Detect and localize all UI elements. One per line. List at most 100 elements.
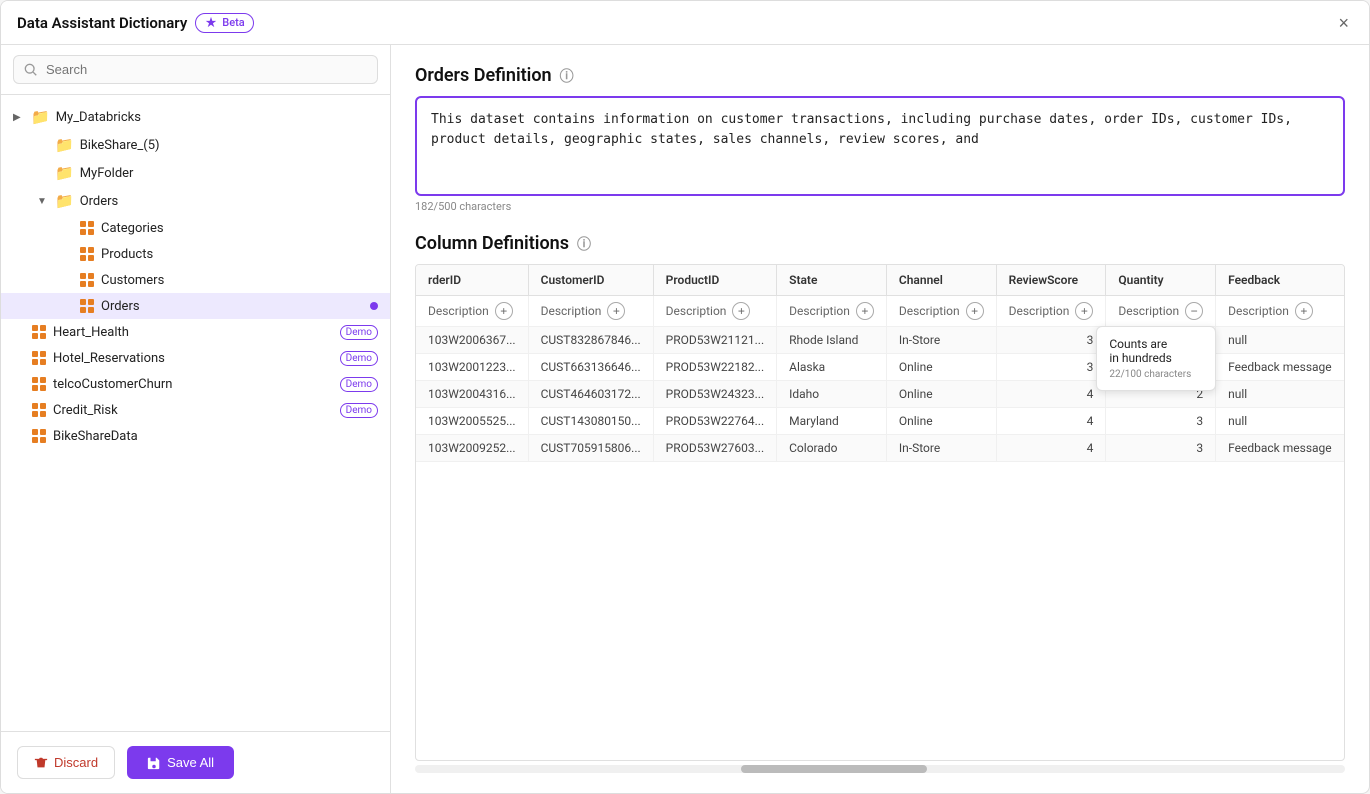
discard-label: Discard [54,755,98,770]
sidebar-item-orders-group[interactable]: ▼ 📁 Orders [1,187,390,215]
search-input[interactable] [46,62,367,77]
desc-label: Description [789,304,850,318]
cell-channel: In-Store [886,435,996,462]
sidebar-item-telco-churn[interactable]: ▶ telcoCustomerChurn Demo [1,371,390,397]
cell-productid: PROD53W22764... [653,408,776,435]
add-description-button-channel[interactable]: + [966,302,984,320]
cell-orderid: 103W2009252... [416,435,528,462]
cell-quantity: 3 [1106,408,1216,435]
sidebar-item-customers[interactable]: ▶ Customers [1,267,390,293]
chevron-down-icon: ▼ [37,196,49,207]
cell-reviewscore: 4 [996,435,1106,462]
desc-label: Description [899,304,960,318]
sidebar-item-credit-risk[interactable]: ▶ Credit_Risk Demo [1,397,390,423]
table-icon [31,428,47,444]
cell-customerid: CUST464603172... [528,381,653,408]
app-title: Data Assistant Dictionary [17,14,187,32]
add-description-button-customerid[interactable]: + [607,302,625,320]
save-icon [147,756,161,770]
char-count: 182/500 characters [415,200,1345,213]
demo-badge: Demo [340,403,378,418]
cell-customerid: CUST705915806... [528,435,653,462]
save-button[interactable]: Save All [127,746,234,779]
desc-cell-reviewscore: Description + [996,296,1106,327]
cell-productid: PROD53W24323... [653,381,776,408]
cell-orderid: 103W2004316... [416,381,528,408]
scrollbar-thumb[interactable] [741,765,927,773]
table-icon [79,298,95,314]
sidebar-item-hotel-reservations[interactable]: ▶ Hotel_Reservations Demo [1,345,390,371]
cell-customerid: CUST832867846... [528,327,653,354]
sidebar-item-label: BikeShareData [53,429,378,444]
add-description-button-feedback[interactable]: + [1295,302,1313,320]
search-input-wrapper[interactable] [13,55,378,84]
desc-label: Description [1228,304,1289,318]
search-icon [24,63,38,77]
tree-container: ▶ 📁 My_Databricks ▶ 📁 BikeShare_(5) ▶ 📁 … [1,95,390,731]
sidebar-item-label: Products [101,247,378,262]
demo-badge: Demo [340,325,378,340]
desc-cell-feedback: Description + [1216,296,1345,327]
discard-button[interactable]: Discard [17,746,115,779]
remove-description-button-quantity[interactable]: − [1185,302,1203,320]
sidebar-item-label: Orders [101,299,364,314]
close-button[interactable]: × [1334,10,1353,36]
cell-state: Alaska [777,354,887,381]
main-content: ▶ 📁 My_Databricks ▶ 📁 BikeShare_(5) ▶ 📁 … [1,45,1369,793]
definition-textarea-wrapper[interactable]: This dataset contains information on cus… [415,96,1345,196]
info-icon[interactable]: ⓘ [560,66,574,86]
cell-reviewscore: 3 [996,354,1106,381]
horizontal-scrollbar[interactable] [415,765,1345,773]
add-description-button-reviewscore[interactable]: + [1075,302,1093,320]
title-bar: Data Assistant Dictionary Beta × [1,1,1369,45]
cell-productid: PROD53W27603... [653,435,776,462]
cell-state: Maryland [777,408,887,435]
add-description-button-state[interactable]: + [856,302,874,320]
sidebar-item-products[interactable]: ▶ Products [1,241,390,267]
cell-orderid: 103W2006367... [416,327,528,354]
column-definitions-title-row: Column Definitions ⓘ [415,233,1345,254]
column-table: rderID CustomerID ProductID State Channe… [416,265,1345,462]
sidebar-item-myfolder[interactable]: ▶ 📁 MyFolder [1,159,390,187]
desc-label: Description [1009,304,1070,318]
desc-label: Description [541,304,602,318]
add-description-button-productid[interactable]: + [732,302,750,320]
folder-icon: 📁 [55,136,74,154]
sidebar-item-categories[interactable]: ▶ Categories [1,215,390,241]
cell-customerid: CUST143080150... [528,408,653,435]
sidebar-item-heart-health[interactable]: ▶ Heart_Health Demo [1,319,390,345]
sidebar-item-orders[interactable]: ▶ Orders [1,293,390,319]
col-header-channel: Channel [886,265,996,296]
tooltip-text: Counts arein hundreds [1109,337,1203,365]
cell-orderid: 103W2001223... [416,354,528,381]
cell-state: Colorado [777,435,887,462]
description-row: Description + Description + [416,296,1344,327]
info-icon-columns[interactable]: ⓘ [577,234,591,254]
add-description-button-orderid[interactable]: + [495,302,513,320]
right-panel: Orders Definition ⓘ This dataset contain… [391,45,1369,793]
sidebar-item-my-databricks[interactable]: ▶ 📁 My_Databricks [1,103,390,131]
sidebar-item-label: Hotel_Reservations [53,351,334,366]
sidebar-item-bikeshare-data[interactable]: ▶ BikeShareData [1,423,390,449]
tooltip-char-count: 22/100 characters [1109,369,1203,380]
desc-cell-customerid: Description + [528,296,653,327]
chevron-right-icon: ▶ [13,112,25,123]
quantity-tooltip: Counts arein hundreds 22/100 characters [1096,326,1216,391]
sidebar-item-label: telcoCustomerChurn [53,377,334,392]
cell-channel: Online [886,381,996,408]
desc-cell-orderid: Description + [416,296,528,327]
definition-textarea[interactable]: This dataset contains information on cus… [431,110,1329,170]
sidebar-item-bikeshare5[interactable]: ▶ 📁 BikeShare_(5) [1,131,390,159]
desc-cell-quantity: Description − Counts arein hundreds 22/1… [1106,296,1216,327]
table-icon [31,402,47,418]
col-header-quantity: Quantity [1106,265,1216,296]
cell-feedback: null [1216,381,1345,408]
cell-state: Rhode Island [777,327,887,354]
cell-feedback: Feedback message [1216,435,1345,462]
cell-channel: In-Store [886,327,996,354]
table-icon [79,246,95,262]
col-header-customerid: CustomerID [528,265,653,296]
folder-icon: 📁 [55,192,74,210]
sidebar-item-label: Orders [80,194,378,209]
col-header-productid: ProductID [653,265,776,296]
